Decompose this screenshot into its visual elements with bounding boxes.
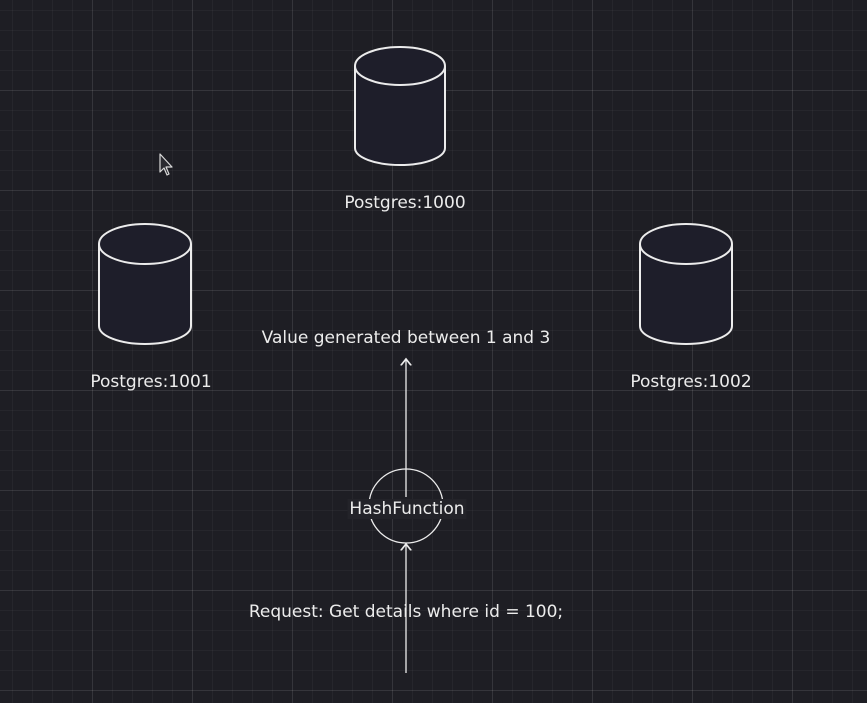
database-cylinder-1000[interactable]: [354, 46, 446, 166]
value-range-text[interactable]: Value generated between 1 and 3: [262, 328, 551, 348]
diagram-canvas[interactable]: Postgres:1000 Postgres:1001 Postgres:100…: [0, 0, 867, 703]
request-text[interactable]: Request: Get details where id = 100;: [249, 602, 563, 622]
pointer-cursor-icon: [159, 153, 173, 176]
database-cylinder-1001[interactable]: [98, 223, 192, 345]
database-cylinder-1002[interactable]: [639, 223, 733, 345]
db-label-1001[interactable]: Postgres:1001: [90, 372, 211, 392]
hash-function-label[interactable]: HashFunction: [347, 499, 467, 519]
diagram-shapes: [98, 46, 733, 673]
db-label-1000[interactable]: Postgres:1000: [344, 193, 465, 213]
db-label-1002[interactable]: Postgres:1002: [630, 372, 751, 392]
